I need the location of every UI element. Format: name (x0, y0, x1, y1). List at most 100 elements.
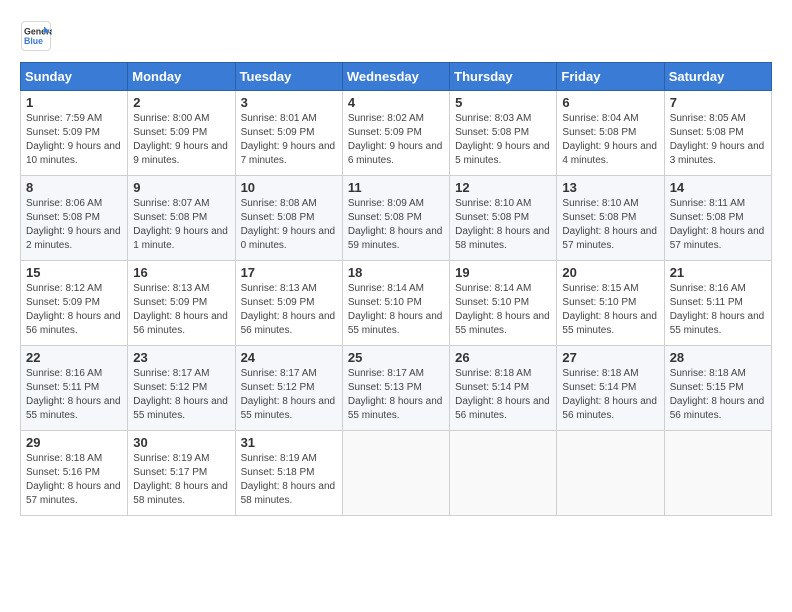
day-number: 8 (26, 180, 122, 195)
day-info: Sunrise: 8:18 AMSunset: 5:15 PMDaylight:… (670, 367, 766, 423)
day-number: 10 (241, 180, 337, 195)
weekday-row: SundayMondayTuesdayWednesdayThursdayFrid… (21, 63, 772, 91)
day-number: 19 (455, 265, 551, 280)
calendar-cell: 19 Sunrise: 8:14 AMSunset: 5:10 PMDayligh… (450, 261, 557, 346)
calendar-cell: 25Sunrise: 8:17 AMSunset: 5:13 PMDayligh… (342, 346, 449, 431)
day-number: 22 (26, 350, 122, 365)
calendar-week-row: 1Sunrise: 7:59 AMSunset: 5:09 PMDaylight… (21, 91, 772, 176)
day-number: 31 (241, 435, 337, 450)
day-info: Sunrise: 8:09 AMSunset: 5:08 PMDaylight:… (348, 197, 444, 253)
calendar-cell: 30 Sunrise: 8:19 AMSunset: 5:17 PMDayligh… (128, 431, 235, 516)
calendar-header: SundayMondayTuesdayWednesdayThursdayFrid… (21, 63, 772, 91)
day-info: Sunrise: 8:19 AMSunset: 5:17 PMDaylight:… (133, 452, 229, 508)
day-number: 7 (670, 95, 766, 110)
day-number: 21 (670, 265, 766, 280)
day-info: Sunrise: 8:16 AMSunset: 5:11 PMDaylight:… (670, 282, 766, 338)
calendar-cell: 26Sunrise: 8:18 AMSunset: 5:14 PMDayligh… (450, 346, 557, 431)
calendar-cell: 21 Sunrise: 8:16 AMSunset: 5:11 PMDayligh… (664, 261, 771, 346)
day-info: Sunrise: 8:12 AMSunset: 5:09 PMDaylight:… (26, 282, 122, 338)
day-number: 24 (241, 350, 337, 365)
calendar-cell: 28 Sunrise: 8:18 AMSunset: 5:15 PMDayligh… (664, 346, 771, 431)
calendar-cell: 3 Sunrise: 8:01 AMSunset: 5:09 PMDaylight… (235, 91, 342, 176)
page-header: General Blue (20, 20, 772, 52)
day-number: 20 (562, 265, 658, 280)
calendar-cell (557, 431, 664, 516)
day-info: Sunrise: 8:13 AMSunset: 5:09 PMDaylight:… (133, 282, 229, 338)
day-info: Sunrise: 8:17 AMSunset: 5:12 PMDaylight:… (241, 367, 337, 423)
day-number: 18 (348, 265, 444, 280)
day-info: Sunrise: 8:14 AMSunset: 5:10 PMDaylight:… (455, 282, 551, 338)
day-info: Sunrise: 8:14 AMSunset: 5:10 PMDaylight:… (348, 282, 444, 338)
calendar-cell: 7Sunrise: 8:05 AMSunset: 5:08 PMDaylight… (664, 91, 771, 176)
day-info: Sunrise: 8:18 AMSunset: 5:14 PMDaylight:… (562, 367, 658, 423)
day-info: Sunrise: 7:59 AMSunset: 5:09 PMDaylight:… (26, 112, 122, 168)
day-info: Sunrise: 8:18 AMSunset: 5:16 PMDaylight:… (26, 452, 122, 508)
day-number: 12 (455, 180, 551, 195)
calendar-cell: 27 Sunrise: 8:18 AMSunset: 5:14 PMDayligh… (557, 346, 664, 431)
calendar-week-row: 29 Sunrise: 8:18 AMSunset: 5:16 PMDayligh… (21, 431, 772, 516)
day-info: Sunrise: 8:03 AMSunset: 5:08 PMDaylight:… (455, 112, 551, 168)
day-info: Sunrise: 8:11 AMSunset: 5:08 PMDaylight:… (670, 197, 766, 253)
calendar-cell: 9 Sunrise: 8:07 AMSunset: 5:08 PMDaylight… (128, 176, 235, 261)
day-number: 15 (26, 265, 122, 280)
day-number: 27 (562, 350, 658, 365)
calendar-cell: 8 Sunrise: 8:06 AMSunset: 5:08 PMDaylight… (21, 176, 128, 261)
day-number: 28 (670, 350, 766, 365)
day-info: Sunrise: 8:01 AMSunset: 5:09 PMDaylight:… (241, 112, 337, 168)
day-info: Sunrise: 8:10 AMSunset: 5:08 PMDaylight:… (562, 197, 658, 253)
day-number: 29 (26, 435, 122, 450)
day-number: 2 (133, 95, 229, 110)
weekday-header: Monday (128, 63, 235, 91)
day-number: 30 (133, 435, 229, 450)
svg-text:Blue: Blue (24, 36, 43, 46)
calendar-cell: 16 Sunrise: 8:13 AMSunset: 5:09 PMDayligh… (128, 261, 235, 346)
day-number: 16 (133, 265, 229, 280)
day-number: 9 (133, 180, 229, 195)
calendar-cell: 18 Sunrise: 8:14 AMSunset: 5:10 PMDayligh… (342, 261, 449, 346)
day-number: 25 (348, 350, 444, 365)
calendar-body: 1Sunrise: 7:59 AMSunset: 5:09 PMDaylight… (21, 91, 772, 516)
calendar-cell: 2 Sunrise: 8:00 AMSunset: 5:09 PMDaylight… (128, 91, 235, 176)
day-info: Sunrise: 8:08 AMSunset: 5:08 PMDaylight:… (241, 197, 337, 253)
weekday-header: Saturday (664, 63, 771, 91)
day-number: 5 (455, 95, 551, 110)
weekday-header: Sunday (21, 63, 128, 91)
day-number: 26 (455, 350, 551, 365)
calendar-cell: 23 Sunrise: 8:17 AMSunset: 5:12 PMDayligh… (128, 346, 235, 431)
day-number: 3 (241, 95, 337, 110)
day-info: Sunrise: 8:02 AMSunset: 5:09 PMDaylight:… (348, 112, 444, 168)
calendar-cell (450, 431, 557, 516)
day-number: 13 (562, 180, 658, 195)
weekday-header: Thursday (450, 63, 557, 91)
calendar-cell: 12Sunrise: 8:10 AMSunset: 5:08 PMDayligh… (450, 176, 557, 261)
day-info: Sunrise: 8:17 AMSunset: 5:12 PMDaylight:… (133, 367, 229, 423)
calendar-cell: 14 Sunrise: 8:11 AMSunset: 5:08 PMDayligh… (664, 176, 771, 261)
day-number: 4 (348, 95, 444, 110)
day-number: 6 (562, 95, 658, 110)
calendar-cell: 29 Sunrise: 8:18 AMSunset: 5:16 PMDayligh… (21, 431, 128, 516)
calendar-week-row: 8 Sunrise: 8:06 AMSunset: 5:08 PMDaylight… (21, 176, 772, 261)
day-info: Sunrise: 8:15 AMSunset: 5:10 PMDaylight:… (562, 282, 658, 338)
calendar-cell: 10 Sunrise: 8:08 AMSunset: 5:08 PMDayligh… (235, 176, 342, 261)
calendar-table: SundayMondayTuesdayWednesdayThursdayFrid… (20, 62, 772, 516)
calendar-cell: 24 Sunrise: 8:17 AMSunset: 5:12 PMDayligh… (235, 346, 342, 431)
weekday-header: Wednesday (342, 63, 449, 91)
calendar-cell: 20 Sunrise: 8:15 AMSunset: 5:10 PMDayligh… (557, 261, 664, 346)
day-number: 23 (133, 350, 229, 365)
day-info: Sunrise: 8:00 AMSunset: 5:09 PMDaylight:… (133, 112, 229, 168)
day-info: Sunrise: 8:16 AMSunset: 5:11 PMDaylight:… (26, 367, 122, 423)
logo: General Blue (20, 20, 52, 52)
calendar-cell: 11 Sunrise: 8:09 AMSunset: 5:08 PMDayligh… (342, 176, 449, 261)
day-number: 14 (670, 180, 766, 195)
day-number: 11 (348, 180, 444, 195)
calendar-cell: 6Sunrise: 8:04 AMSunset: 5:08 PMDaylight… (557, 91, 664, 176)
logo-icon: General Blue (20, 20, 52, 52)
calendar-cell: 17Sunrise: 8:13 AMSunset: 5:09 PMDayligh… (235, 261, 342, 346)
day-info: Sunrise: 8:19 AMSunset: 5:18 PMDaylight:… (241, 452, 337, 508)
day-info: Sunrise: 8:07 AMSunset: 5:08 PMDaylight:… (133, 197, 229, 253)
day-info: Sunrise: 8:06 AMSunset: 5:08 PMDaylight:… (26, 197, 122, 253)
calendar-cell: 22 Sunrise: 8:16 AMSunset: 5:11 PMDayligh… (21, 346, 128, 431)
calendar-cell: 5 Sunrise: 8:03 AMSunset: 5:08 PMDaylight… (450, 91, 557, 176)
day-number: 17 (241, 265, 337, 280)
calendar-cell: 15 Sunrise: 8:12 AMSunset: 5:09 PMDayligh… (21, 261, 128, 346)
